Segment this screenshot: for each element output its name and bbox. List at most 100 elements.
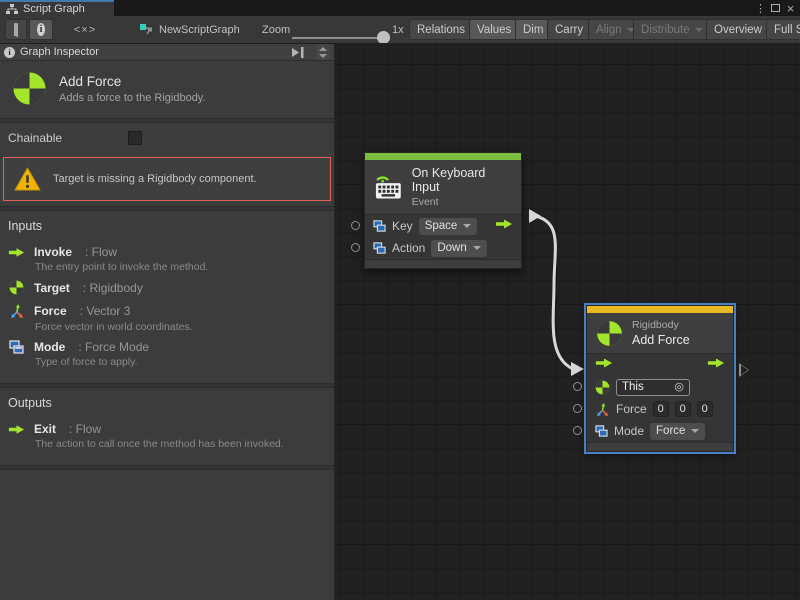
info-icon: i <box>4 47 15 58</box>
window-maximize-icon[interactable] <box>768 1 783 15</box>
vector3-icon <box>595 402 610 417</box>
lock-button[interactable] <box>5 19 27 40</box>
target-object-field[interactable]: This ◎ <box>616 379 690 396</box>
chevron-down-icon <box>691 429 699 433</box>
warning-box: Target is missing a Rigidbody component. <box>3 157 331 201</box>
flow-arrow-icon <box>8 247 25 258</box>
enum-icon <box>595 425 608 437</box>
code-icon: <×> <box>74 24 96 36</box>
rigidbody-icon <box>12 71 47 106</box>
values-button[interactable]: Values <box>469 19 519 40</box>
port-row-exit: Exit : Flow <box>8 422 326 436</box>
rigidbody-icon <box>8 280 25 295</box>
key-dropdown[interactable]: Space <box>419 218 478 235</box>
warning-icon <box>14 167 41 191</box>
graph-asset[interactable]: NewScriptGraph <box>140 16 240 44</box>
graph-inspector-panel: i Graph Inspector Add Force Adds a force… <box>0 44 335 600</box>
target-row: This ◎ <box>587 376 733 398</box>
tab-label: Script Graph <box>23 3 85 15</box>
unit-node-header: Rigidbody Add Force <box>587 313 733 354</box>
distribute-button[interactable]: Distribute <box>633 19 711 40</box>
window-close-icon[interactable]: × <box>783 1 798 15</box>
force-z-field[interactable]: 0 <box>697 401 713 417</box>
window-tab-bar: Script Graph ⋮ × <box>0 0 800 16</box>
object-picker-icon[interactable]: ◎ <box>674 382 684 393</box>
panel-title: Graph Inspector <box>20 46 286 58</box>
port-description: Force vector in world coordinates. <box>35 321 326 333</box>
relations-button[interactable]: Relations <box>409 19 473 40</box>
info-icon: i <box>37 23 45 36</box>
outputs-section: Outputs Exit : Flow The action to call o… <box>0 388 334 465</box>
keyboard-event-icon <box>374 173 403 201</box>
port-row-target: Target : Rigidbody <box>8 280 326 295</box>
separator <box>0 465 334 470</box>
mode-dropdown[interactable]: Force <box>650 423 705 440</box>
rigidbody-icon <box>595 380 610 395</box>
action-dropdown[interactable]: Down <box>431 240 486 257</box>
window-menu-icon[interactable]: ⋮ <box>753 1 768 15</box>
unit-node-type: Rigidbody <box>632 319 690 331</box>
event-node-title: On Keyboard Input <box>412 166 512 194</box>
invoke-input-port[interactable] <box>595 356 613 374</box>
code-preview-button[interactable]: <×> <box>68 19 102 40</box>
event-node-color-bar <box>365 153 521 160</box>
fullscreen-button[interactable]: Full S <box>766 19 800 40</box>
exit-output-port[interactable] <box>707 356 725 374</box>
graph-inspector-header: i Graph Inspector <box>0 44 334 61</box>
graph-asset-name: NewScriptGraph <box>159 24 240 36</box>
dock-panel-icon[interactable] <box>291 47 305 58</box>
graph-asset-icon <box>140 24 153 36</box>
script-graph-icon <box>6 4 18 15</box>
enum-icon <box>373 242 386 254</box>
arrow-down-icon <box>319 54 327 58</box>
action-row: Action Down <box>365 237 521 259</box>
force-y-field[interactable]: 0 <box>675 401 691 417</box>
wire-end-arrow-icon <box>571 362 584 376</box>
mode-input-port[interactable] <box>573 426 582 435</box>
force-row: Force 0 0 0 <box>587 398 733 420</box>
carry-button[interactable]: Carry <box>547 19 591 40</box>
node-add-force[interactable]: Rigidbody Add Force This ◎ <box>586 305 734 452</box>
target-input-port[interactable] <box>573 382 582 391</box>
lock-icon <box>14 24 18 36</box>
zoom-slider-track[interactable] <box>292 37 380 39</box>
event-node-subtitle: Event <box>412 196 512 208</box>
event-flow-output-port[interactable] <box>495 217 513 235</box>
chainable-checkbox[interactable] <box>128 131 142 145</box>
wire-start-arrow-icon <box>529 209 541 223</box>
chevron-down-icon <box>473 246 481 250</box>
node-footer <box>587 442 733 451</box>
port-row-invoke: Invoke : Flow <box>8 245 326 259</box>
arrow-up-icon <box>319 47 327 51</box>
zoom-slider-handle[interactable] <box>377 31 390 44</box>
zoom-label: Zoom <box>262 16 290 44</box>
mode-row: Mode Force <box>587 420 733 442</box>
flow-continuation-icon <box>739 363 749 377</box>
action-input-port[interactable] <box>351 243 360 252</box>
flow-arrow-icon <box>8 424 25 435</box>
warning-text: Target is missing a Rigidbody component. <box>53 173 257 185</box>
node-on-keyboard-input[interactable]: On Keyboard Input Event Key Space <box>364 152 522 269</box>
dim-button[interactable]: Dim <box>515 19 551 40</box>
overview-button[interactable]: Overview <box>706 19 770 40</box>
chevron-down-icon <box>695 28 703 32</box>
chevron-down-icon <box>463 224 471 228</box>
key-input-port[interactable] <box>351 221 360 230</box>
graph-canvas[interactable]: On Keyboard Input Event Key Space <box>335 44 800 600</box>
unit-node-title: Add Force <box>632 333 690 347</box>
tab-script-graph[interactable]: Script Graph <box>0 0 114 16</box>
force-input-port[interactable] <box>573 404 582 413</box>
enum-icon <box>373 220 386 232</box>
info-toggle-button[interactable]: i <box>29 19 53 40</box>
port-row-force: Force : Vector 3 <box>8 303 326 319</box>
mode-label: Mode <box>614 424 644 438</box>
event-node-header: On Keyboard Input Event <box>365 160 521 215</box>
zoom-level: 1x <box>392 16 404 44</box>
key-label: Key <box>392 219 413 233</box>
chainable-label: Chainable <box>8 131 128 145</box>
force-label: Force <box>616 402 647 416</box>
unit-summary: Add Force Adds a force to the Rigidbody. <box>0 61 334 118</box>
panel-scroll-spinner[interactable] <box>316 45 330 60</box>
force-x-field[interactable]: 0 <box>653 401 669 417</box>
outputs-heading: Outputs <box>8 396 326 410</box>
